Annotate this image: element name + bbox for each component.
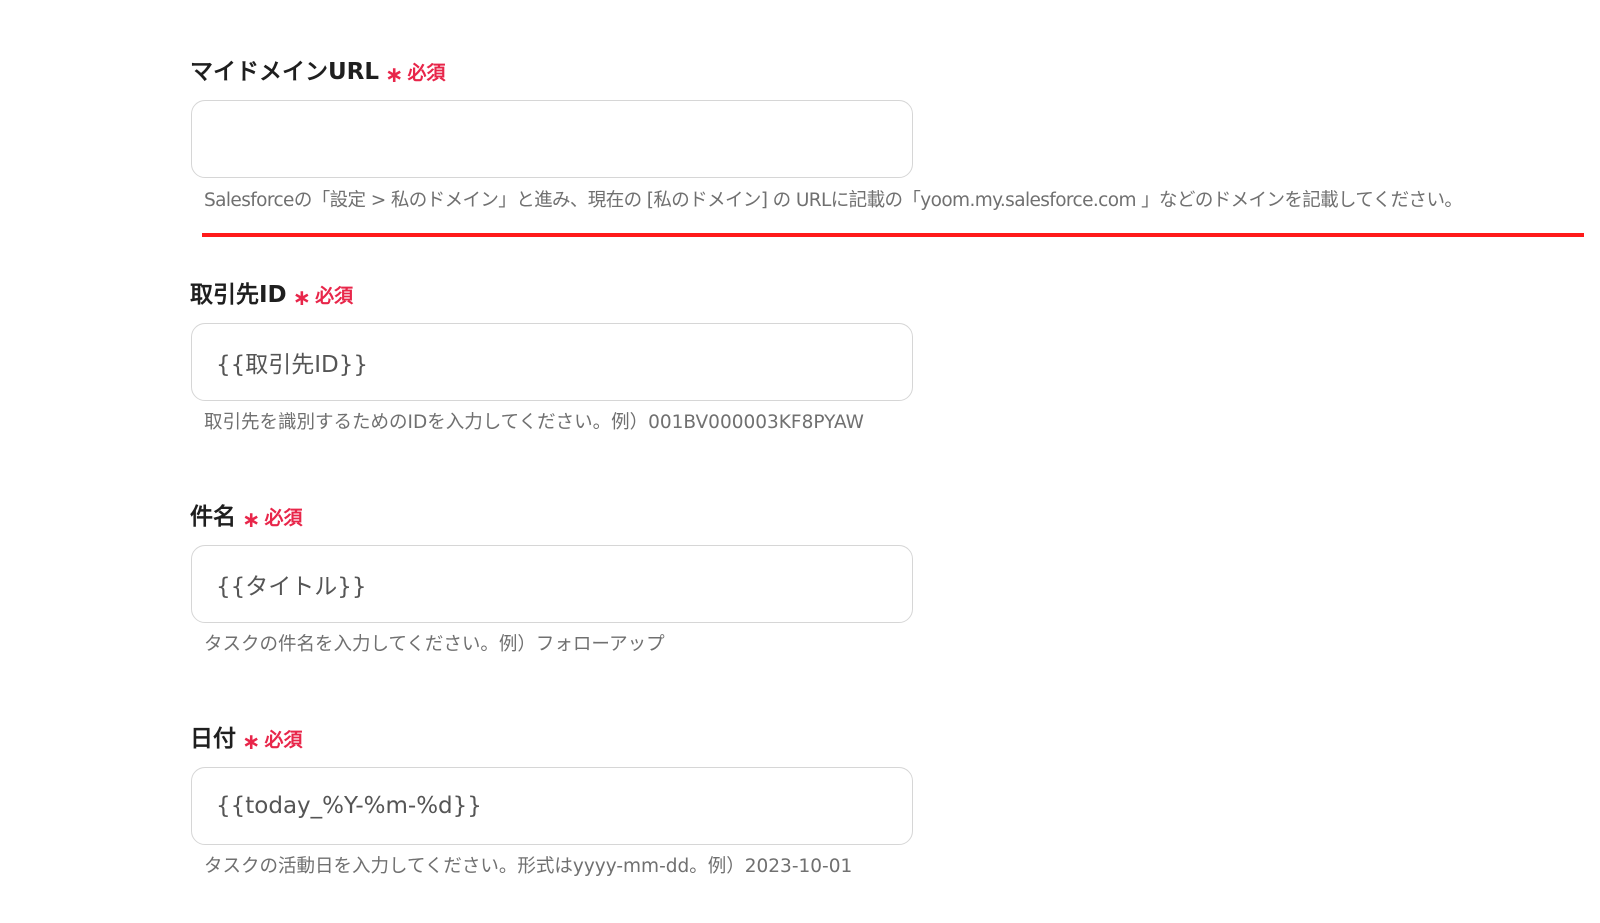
required-label: 必須 [315, 285, 354, 307]
required-asterisk-icon: ∗ [292, 286, 312, 311]
field-label: マイドメインURL [190, 59, 380, 85]
field-label: 日付 [190, 726, 236, 752]
required-label: 必須 [407, 62, 446, 84]
field-label-row: マイドメインURL ∗ 必須 [190, 52, 446, 88]
required-label: 必須 [264, 507, 303, 529]
field-label: 取引先ID [190, 282, 287, 308]
task-form: マイドメインURL ∗ 必須 Salesforceの「設定 > 私のドメイン」と… [0, 0, 1600, 923]
field-label: 件名 [190, 504, 236, 530]
help-text: タスクの活動日を入力してください。形式はyyyy-mm-dd。例）2023-10… [204, 856, 853, 877]
required-asterisk-icon: ∗ [385, 63, 404, 88]
field-label-row: 件名 ∗ 必須 [190, 497, 303, 533]
help-text: タスクの件名を入力してください。例）フォローアップ [204, 634, 665, 655]
subject-input[interactable]: {{タイトル}} [191, 545, 913, 623]
my-domain-url-input[interactable] [191, 100, 913, 178]
date-input[interactable]: {{today_%Y-%m-%d}} [191, 767, 913, 845]
account-id-input[interactable]: {{取引先ID}} [191, 323, 913, 401]
field-label-row: 取引先ID ∗ 必須 [190, 275, 354, 311]
required-asterisk-icon: ∗ [242, 730, 261, 755]
input-value: {{タイトル}} [216, 574, 367, 600]
field-label-row: 日付 ∗ 必須 [190, 719, 303, 755]
annotation-underline [202, 233, 1584, 237]
required-asterisk-icon: ∗ [242, 508, 261, 533]
input-value: {{today_%Y-%m-%d}} [216, 793, 482, 819]
help-text: Salesforceの「設定 > 私のドメイン」と進み、現在の [私のドメイン]… [204, 190, 1463, 211]
required-label: 必須 [264, 729, 303, 751]
help-text: 取引先を識別するためのIDを入力してください。例）001BV000003KF8P… [204, 412, 864, 433]
input-value: {{取引先ID}} [216, 352, 369, 378]
